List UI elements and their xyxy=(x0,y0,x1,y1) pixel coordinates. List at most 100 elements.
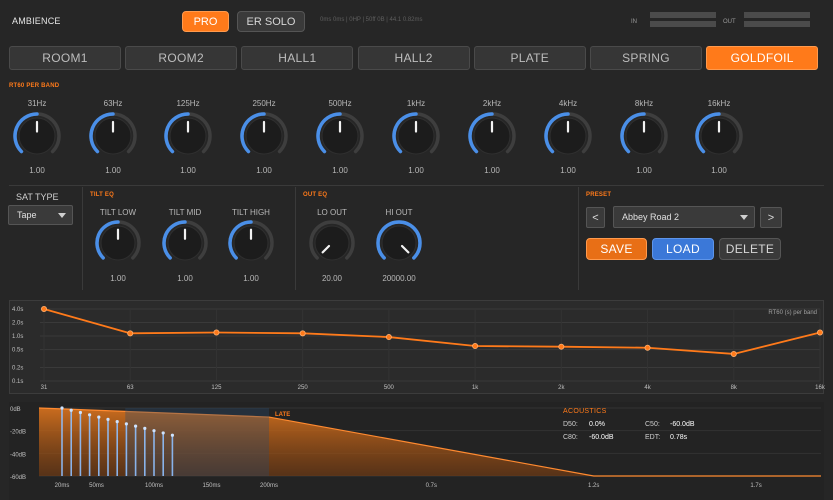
tab-room1[interactable]: ROOM1 xyxy=(9,46,121,70)
knob-value: 1.00 xyxy=(484,166,500,175)
output-meter-right xyxy=(744,21,810,27)
input-meter-label: IN xyxy=(631,19,637,25)
y-tick-label: 4.0s xyxy=(12,307,23,313)
early-reflection-tip xyxy=(88,413,92,417)
rt60-point xyxy=(127,330,134,337)
tab-spring[interactable]: SPRING xyxy=(590,46,702,70)
x-tick-label: 0.7s xyxy=(426,483,437,489)
algorithm-tabs: ROOM1 ROOM2 HALL1 HALL2 PLATE SPRING GOLDFOIL xyxy=(9,46,824,71)
pro-mode-button[interactable]: PRO xyxy=(182,11,229,32)
knob-16khz-knob[interactable] xyxy=(693,110,745,162)
rt60-point xyxy=(730,350,737,357)
y-tick-label: -20dB xyxy=(10,430,26,436)
early-reflection-tip xyxy=(170,433,174,437)
er-solo-button[interactable]: ER SOLO xyxy=(237,11,305,32)
divider xyxy=(578,187,579,290)
knob-label: 16kHz xyxy=(707,99,731,108)
early-reflection-tip xyxy=(124,422,128,426)
knob-31hz-knob[interactable] xyxy=(11,110,63,162)
y-tick-label: 2.0s xyxy=(12,321,23,327)
tab-hall1[interactable]: HALL1 xyxy=(241,46,354,70)
sat-type-select[interactable]: Tape xyxy=(8,205,73,225)
output-meter-label: OUT xyxy=(723,19,736,25)
x-tick-label: 200ms xyxy=(260,483,278,489)
tab-room2[interactable]: ROOM2 xyxy=(125,46,238,70)
early-reflection-tip xyxy=(161,431,165,435)
knob-value: 1.00 xyxy=(29,166,45,175)
knob-tilt-high-knob[interactable] xyxy=(226,218,276,268)
acoustics-value: -60.0dB xyxy=(589,434,614,441)
knob-label: 63Hz xyxy=(103,99,123,108)
knob-500hz-knob[interactable] xyxy=(314,110,366,162)
knob-body xyxy=(381,225,417,261)
knob-value: 1.00 xyxy=(243,274,259,283)
acoustics-value: 0.78s xyxy=(670,434,688,441)
x-tick-label: 2k xyxy=(558,385,565,391)
x-tick-label: 63 xyxy=(127,385,134,391)
preset-select[interactable]: Abbey Road 2 xyxy=(613,206,755,228)
sat-type-label: SAT TYPE xyxy=(16,192,59,202)
previous-preset-button[interactable]: < xyxy=(586,207,605,228)
knob-value: 1.00 xyxy=(711,166,727,175)
x-tick-label: 500 xyxy=(384,385,395,391)
early-reflection-tip xyxy=(60,406,64,410)
knob-label: HI OUT xyxy=(385,208,413,217)
x-tick-label: 31 xyxy=(41,385,48,391)
acoustics-label: EDT: xyxy=(645,434,661,441)
rt60-point xyxy=(817,329,824,336)
x-tick-label: 8k xyxy=(731,385,738,391)
knob-250hz-knob[interactable] xyxy=(238,110,290,162)
save-preset-button[interactable]: SAVE xyxy=(586,238,647,260)
knob-hi-out-knob[interactable] xyxy=(374,218,424,268)
impulse-plot: 0dB -20dB -40dB -60dB 20ms 50ms 100ms 150ms 200m… xyxy=(10,406,821,489)
knob-1khz-knob[interactable] xyxy=(390,110,442,162)
tab-hall2[interactable]: HALL2 xyxy=(357,46,470,70)
knob-63hz-knob[interactable] xyxy=(87,110,139,162)
acoustics-value: -60.0dB xyxy=(670,421,695,428)
knob-value: 20000.00 xyxy=(382,274,416,283)
knob-125hz-knob[interactable] xyxy=(162,110,214,162)
next-preset-button[interactable]: > xyxy=(760,207,782,228)
knob-value: 1.00 xyxy=(180,166,196,175)
knob-value: 1.00 xyxy=(256,166,272,175)
x-tick-label: 1.7s xyxy=(750,483,761,489)
knob-label: 4kHz xyxy=(558,99,578,108)
y-tick-label: -60dB xyxy=(10,475,26,481)
knob-value: 1.00 xyxy=(408,166,424,175)
y-tick-label: 0.2s xyxy=(12,365,23,371)
knob-lo-out-knob[interactable] xyxy=(307,218,357,268)
rt60-graph-title: RT60 (s) per band xyxy=(768,310,817,316)
chevron-down-icon xyxy=(740,215,748,220)
early-reflection-tip xyxy=(78,410,82,415)
knob-tilt-mid-knob[interactable] xyxy=(160,218,210,268)
late-label: LATE xyxy=(275,412,291,418)
rt60-point xyxy=(472,343,479,350)
early-reflection-tip xyxy=(134,424,138,428)
knob-label: 250Hz xyxy=(252,99,276,108)
tab-goldfoil[interactable]: GOLDFOIL xyxy=(706,46,819,70)
knob-2khz-knob[interactable] xyxy=(466,110,518,162)
rt60-point xyxy=(213,329,220,336)
knob-tilt-low-knob[interactable] xyxy=(93,218,143,268)
preset-selected-value: Abbey Road 2 xyxy=(622,212,680,222)
knob-4khz-knob[interactable] xyxy=(542,110,594,162)
tab-plate[interactable]: PLATE xyxy=(473,46,586,70)
knob-8khz-knob[interactable] xyxy=(618,110,670,162)
knob-label: TILT HIGH xyxy=(232,208,270,217)
rt60-point xyxy=(385,334,392,341)
rt60-graph[interactable]: 4.0s 2.0s 1.0s 0.5s 0.2s 0.1s 31 63 125 250 500 1k 2… xyxy=(9,300,825,394)
status-info: 0ms 0ms | 0HP | 50ff 0B | 44.1 0.82ms xyxy=(320,17,423,23)
delete-preset-button[interactable]: DELETE xyxy=(719,238,781,260)
rt60-plot: 4.0s 2.0s 1.0s 0.5s 0.2s 0.1s 31 63 125 250 500 1k 2… xyxy=(12,306,825,391)
top-bar: AMBIENCE PRO ER SOLO 0ms 0ms | 0HP | 50f… xyxy=(0,0,833,40)
app-title: AMBIENCE xyxy=(12,16,61,26)
load-preset-button[interactable]: LOAD xyxy=(652,238,714,260)
knob-label: 1kHz xyxy=(406,99,426,108)
rt60-point xyxy=(644,344,651,351)
x-tick-label: 250 xyxy=(298,385,309,391)
y-tick-label: 0dB xyxy=(10,407,21,413)
x-tick-label: 16k xyxy=(815,385,825,391)
sat-type-value: Tape xyxy=(17,210,37,220)
knob-value: 1.00 xyxy=(636,166,652,175)
knob-value: 1.00 xyxy=(332,166,348,175)
